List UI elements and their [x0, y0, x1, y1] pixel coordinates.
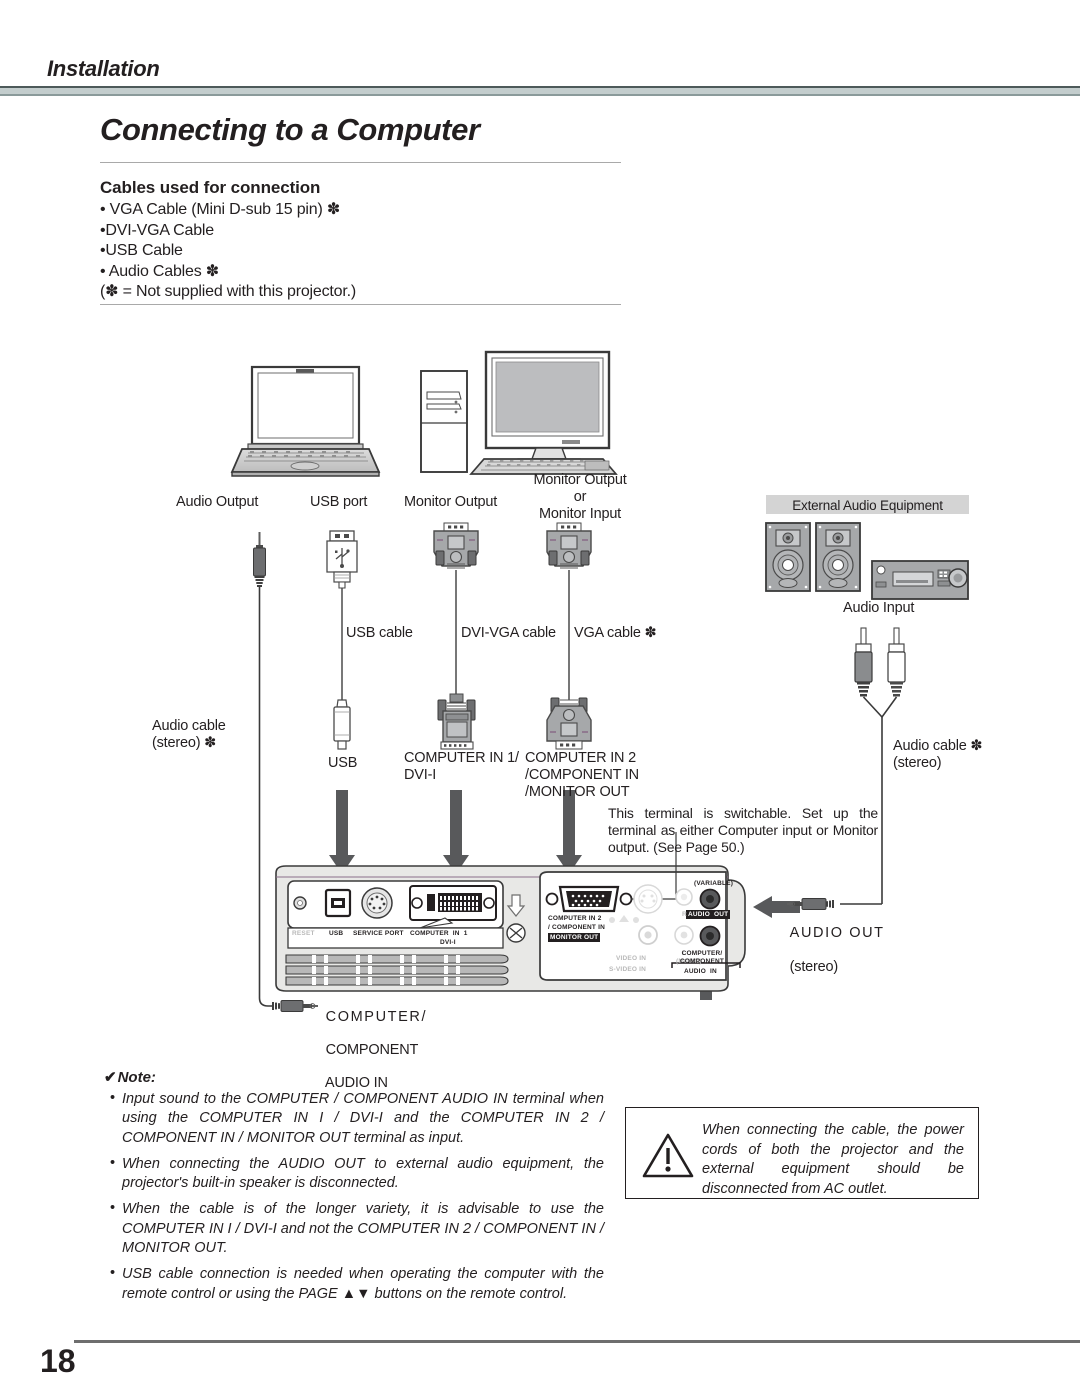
label-audio-input: Audio Input: [843, 600, 915, 616]
label-monitor-output: Monitor Output: [404, 494, 498, 510]
cable-list-note: (✽ = Not supplied with this projector.): [100, 283, 356, 300]
bullet-icon: •: [110, 1200, 116, 1217]
cables-heading: Cables used for connection: [100, 178, 321, 197]
cable-list-item: • Audio Cables ✽: [100, 262, 219, 280]
bullet-icon: •: [110, 1154, 116, 1171]
silk-variable: (VARIABLE): [694, 880, 734, 887]
cable-list-item: • VGA Cable (Mini D-sub 15 pin) ✽: [100, 201, 341, 218]
label-audio-cable-left: Audio cable (stereo) ✽: [152, 718, 226, 751]
cable-list-item: •DVI-VGA Cable: [100, 221, 214, 239]
label-switchable-terminal-note: This terminal is switchable. Set up the …: [608, 805, 878, 855]
note-item-text: When the cable is of the longer variety,…: [122, 1201, 604, 1257]
label-terminal-usb: USB: [328, 755, 358, 771]
silk-video-in: VIDEO IN: [616, 955, 647, 962]
label-usb-port: USB port: [310, 494, 368, 510]
silk-component-in: / COMPONENT IN: [548, 924, 605, 931]
note-item-text: Input sound to the COMPUTER / COMPONENT …: [122, 1091, 604, 1146]
label-audio-output: Audio Output: [176, 494, 259, 510]
vent-grille: [285, 954, 509, 986]
silk-computer-component: COMPUTER/ COMPONENT: [680, 950, 725, 965]
silk-dvi-i: DVI-I: [440, 939, 456, 946]
audio-out-stereo-text: (stereo): [789, 959, 839, 975]
label-audio-cable-right: Audio cable ✽ (stereo): [893, 738, 983, 771]
silk-usb: USB: [329, 930, 344, 937]
note-heading-text: Note:: [117, 1069, 156, 1086]
check-icon: ✔: [104, 1069, 117, 1086]
silk-computer-in-2: COMPUTER IN 2: [548, 915, 602, 922]
caution-text: When connecting the cable, the power cor…: [702, 1122, 964, 1197]
laptop-illustration: [230, 365, 381, 477]
page-number: 18: [40, 1343, 76, 1379]
monitor-illustration: [484, 350, 611, 465]
silk-channel-r: R: [682, 911, 687, 918]
note-section: ✔Note: • Input sound to the COMPUTER / C…: [104, 1068, 604, 1311]
section-divider-top: [100, 162, 621, 163]
silk-audio-out: AUDIO OUT: [686, 910, 731, 919]
page-title: Connecting to a Computer: [100, 112, 480, 147]
label-dvi-vga-cable: DVI-VGA cable: [461, 625, 556, 641]
silk-audio-in: AUDIO IN: [684, 968, 717, 975]
note-item-text: When connecting the AUDIO OUT to externa…: [122, 1155, 604, 1192]
silk-computer-in-1: COMPUTER IN 1: [410, 930, 468, 937]
external-audio-equipment-illustration: [765, 522, 969, 600]
desktop-tower-illustration: [420, 370, 468, 473]
label-monitor-output-or-input: Monitor Output or Monitor Input: [533, 472, 627, 522]
audio-out-text: AUDIO OUT: [789, 925, 885, 941]
chapter-title: Installation: [47, 56, 160, 81]
silk-service-port: SERVICE PORT: [353, 930, 404, 937]
cable-list-item: •USB Cable: [100, 242, 183, 259]
label-vga-cable: VGA cable ✽: [574, 625, 657, 641]
silk-monitor-out: MONITOR OUT: [548, 933, 601, 942]
page-header: Installation: [0, 0, 1080, 96]
audio-cable-right-rca: [787, 627, 906, 910]
footer-divider: [74, 1340, 1080, 1343]
note-item: • When the cable is of the longer variet…: [104, 1200, 604, 1258]
label-usb-cable: USB cable: [346, 625, 413, 641]
silk-reset: RESET: [292, 930, 315, 937]
note-item: • Input sound to the COMPUTER / COMPONEN…: [104, 1090, 604, 1148]
header-divider: [0, 86, 1080, 96]
bullet-icon: •: [110, 1090, 116, 1106]
computer-slash-text: COMPUTER/: [325, 1008, 428, 1025]
audio-cable-left: [253, 532, 318, 1012]
silk-s-video-in: S-VIDEO IN: [609, 966, 647, 973]
note-item-text: USB cable connection is needed when oper…: [122, 1266, 604, 1302]
note-item: • When connecting the AUDIO OUT to exter…: [104, 1155, 604, 1194]
label-terminal-computer-in-1: COMPUTER IN 1/ DVI-I: [404, 750, 519, 783]
note-heading: ✔Note:: [104, 1068, 604, 1086]
warning-triangle-icon: [642, 1133, 694, 1178]
label-terminal-computer-in-2: COMPUTER IN 2 /COMPONENT IN /MONITOR OUT: [525, 750, 639, 800]
label-external-audio-equipment: External Audio Equipment: [766, 495, 969, 514]
component-text: COMPONENT: [325, 1041, 419, 1058]
cables-used-section: Cables used for connection • VGA Cable (…: [100, 178, 630, 303]
caution-box: When connecting the cable, the power cor…: [625, 1107, 979, 1199]
note-item: • USB cable connection is needed when op…: [104, 1265, 604, 1304]
bullet-icon: •: [110, 1265, 116, 1282]
label-terminal-audio-out: AUDIO OUT (stereo): [782, 908, 885, 976]
section-divider-bottom: [100, 304, 621, 305]
